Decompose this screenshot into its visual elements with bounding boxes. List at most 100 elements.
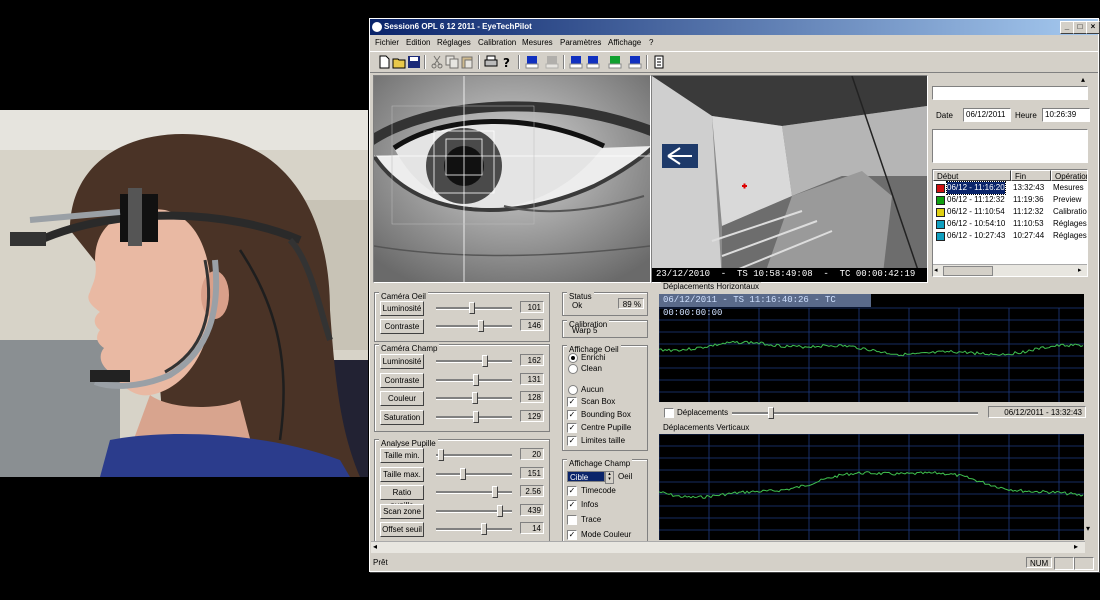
camera-champ-slider-thumb[interactable] xyxy=(473,410,479,423)
column-header-fin[interactable]: Fin xyxy=(1011,170,1051,181)
analyse-pupille-slider-thumb[interactable] xyxy=(438,449,444,461)
camera-oeil-slider-thumb[interactable] xyxy=(469,302,475,314)
affichage-champ-checkbox-1[interactable]: ✓ xyxy=(567,500,577,510)
calib-icon[interactable] xyxy=(586,55,600,69)
list-item[interactable]: 06/12 - 11:12:32 11:19:36 Preview xyxy=(933,194,1087,206)
copy-icon[interactable] xyxy=(445,55,459,69)
help-icon[interactable]: ? xyxy=(500,55,514,69)
analyse-pupille-slider-thumb[interactable] xyxy=(460,467,466,480)
prev-icon[interactable] xyxy=(608,55,622,69)
analyse-pupille-slider-thumb[interactable] xyxy=(492,486,498,498)
save-icon[interactable] xyxy=(407,55,421,69)
affichage-oeil-checkbox-3[interactable]: ✓ xyxy=(567,436,577,446)
camera-champ-slider-0[interactable] xyxy=(436,355,512,367)
scroll-thumb[interactable] xyxy=(943,266,993,276)
camera-oeil-slider-thumb[interactable] xyxy=(478,320,484,332)
panel-scroll-up-icon[interactable]: ▴ xyxy=(1081,75,1085,84)
camera-champ-slider-thumb[interactable] xyxy=(482,355,488,367)
main-scroll-right-icon[interactable]: ▸ xyxy=(1074,542,1078,551)
camera-oeil-button-1[interactable]: Contraste xyxy=(380,319,424,334)
affichage-champ-title: Affichage Champ xyxy=(567,459,633,468)
affichage-oeil-radio-2[interactable] xyxy=(568,385,578,395)
menu-affichage[interactable]: Affichage xyxy=(608,38,641,47)
scroll-left-icon[interactable]: ◂ xyxy=(934,266,938,274)
camera-champ-slider-3[interactable] xyxy=(436,410,512,423)
list-item-start: 06/12 - 11:16:20 xyxy=(946,181,1006,195)
simul-icon[interactable] xyxy=(628,55,642,69)
new-icon[interactable] xyxy=(377,55,391,69)
info-field[interactable] xyxy=(932,86,1088,100)
analyse-pupille-slider-thumb[interactable] xyxy=(497,504,503,517)
analyse-pupille-slider-1[interactable] xyxy=(436,467,512,480)
deplacements-checkbox[interactable] xyxy=(664,408,674,418)
camera-champ-slider-1[interactable] xyxy=(436,373,512,386)
list-item[interactable]: 06/12 - 10:27:43 10:27:44 Réglages xyxy=(933,230,1087,242)
camera-oeil-slider-1[interactable] xyxy=(436,320,512,332)
affichage-champ-checkbox-2[interactable] xyxy=(567,515,577,525)
spinner-icon[interactable]: ▴ ▾ xyxy=(605,471,614,484)
list-item[interactable]: 06/12 - 11:16:20 13:32:43 Mesures xyxy=(933,181,1087,195)
camera-champ-slider-2[interactable] xyxy=(436,392,512,404)
camera-champ-button-1[interactable]: Contraste xyxy=(380,372,424,388)
menu-fichier[interactable]: Fichier xyxy=(375,38,399,47)
main-scrollbar[interactable]: ◂ ▸ xyxy=(371,541,1085,553)
camera-oeil-button-0[interactable]: Luminosité xyxy=(380,301,424,316)
analyse-pupille-button-4[interactable]: Offset seuil xyxy=(380,522,424,537)
list-item[interactable]: 06/12 - 10:54:10 11:10:53 Réglages xyxy=(933,218,1087,230)
list-item[interactable]: 06/12 - 11:10:54 11:12:32 Calibration xyxy=(933,206,1087,218)
plot-scroll-down-icon[interactable]: ▾ xyxy=(1086,524,1090,533)
affichage-oeil-radio-1[interactable] xyxy=(568,364,578,374)
notes-field[interactable] xyxy=(932,129,1088,163)
analyse-pupille-value-2: 2.56 xyxy=(520,485,544,497)
menu-mesures[interactable]: Mesures xyxy=(522,38,553,47)
analyse-pupille-slider-3[interactable] xyxy=(436,504,512,517)
cut-icon[interactable] xyxy=(430,55,444,69)
analyse-pupille-button-1[interactable]: Taille max. xyxy=(380,466,424,482)
analyse-pupille-slider-thumb[interactable] xyxy=(481,523,487,535)
affichage-champ-checkbox-0[interactable]: ✓ xyxy=(567,486,577,496)
analyse-pupille-slider-4[interactable] xyxy=(436,523,512,535)
operations-list[interactable]: Début Fin Opération 06/12 - 11:16:20 13:3… xyxy=(932,169,1088,277)
camera-champ-button-3[interactable]: Saturation xyxy=(380,409,424,425)
affichage-champ-checkbox-3[interactable]: ✓ xyxy=(567,530,577,540)
regl-icon[interactable] xyxy=(525,55,539,69)
analyse-pupille-button-2[interactable]: Ratio pupille xyxy=(380,485,424,510)
analyse-pupille-button-0[interactable]: Taille min. xyxy=(380,448,424,463)
menu-edition[interactable]: Edition xyxy=(406,38,430,47)
camera-oeil-slider-0[interactable] xyxy=(436,302,512,314)
minimize-button[interactable]: _ xyxy=(1060,21,1074,34)
column-header-debut[interactable]: Début xyxy=(933,170,1011,181)
affichage-oeil-checkbox-2[interactable]: ✓ xyxy=(567,423,577,433)
menu-reglages[interactable]: Réglages xyxy=(437,38,471,47)
camera-champ-button-2[interactable]: Couleur xyxy=(380,391,424,406)
camera-champ-button-0[interactable]: Luminosité xyxy=(380,354,424,369)
menu-parametres[interactable]: Paramètres xyxy=(560,38,601,47)
deplacements-slider[interactable] xyxy=(732,407,978,419)
affichage-oeil-checkbox-1[interactable]: ✓ xyxy=(567,410,577,420)
menu-help[interactable]: ? xyxy=(649,38,653,47)
time-field[interactable]: 10:26:39 xyxy=(1042,108,1090,122)
camera-champ-slider-thumb[interactable] xyxy=(473,373,479,386)
close-button[interactable]: × xyxy=(1086,21,1100,34)
paste-icon[interactable] xyxy=(460,55,474,69)
camera-champ-slider-thumb[interactable] xyxy=(472,392,478,404)
champ-target-select[interactable]: Cible xyxy=(567,471,605,482)
deplacements-slider-thumb[interactable] xyxy=(768,407,774,419)
analyse-pupille-slider-2[interactable] xyxy=(436,486,512,498)
date-field[interactable]: 06/12/2011 xyxy=(963,108,1011,122)
main-scroll-left-icon[interactable]: ◂ xyxy=(373,542,377,551)
scroll-right-icon[interactable]: ▸ xyxy=(1078,266,1082,274)
analyse-pupille-slider-0[interactable] xyxy=(436,449,512,461)
print-icon[interactable] xyxy=(484,55,498,69)
doc-icon[interactable] xyxy=(652,55,666,69)
maximize-button[interactable]: □ xyxy=(1073,21,1087,34)
column-header-operation[interactable]: Opération xyxy=(1051,170,1087,181)
affichage-oeil-checkbox-0[interactable]: ✓ xyxy=(567,397,577,407)
analyse-pupille-button-3[interactable]: Scan zone xyxy=(380,503,424,519)
affichage-oeil-radio-0[interactable] xyxy=(568,353,578,363)
list-scrollbar[interactable]: ◂ ▸ xyxy=(933,264,1087,276)
open-icon[interactable] xyxy=(392,55,406,69)
mesu-icon[interactable] xyxy=(569,55,583,69)
menu-calibration[interactable]: Calibration xyxy=(478,38,516,47)
preview-icon[interactable] xyxy=(545,55,559,69)
